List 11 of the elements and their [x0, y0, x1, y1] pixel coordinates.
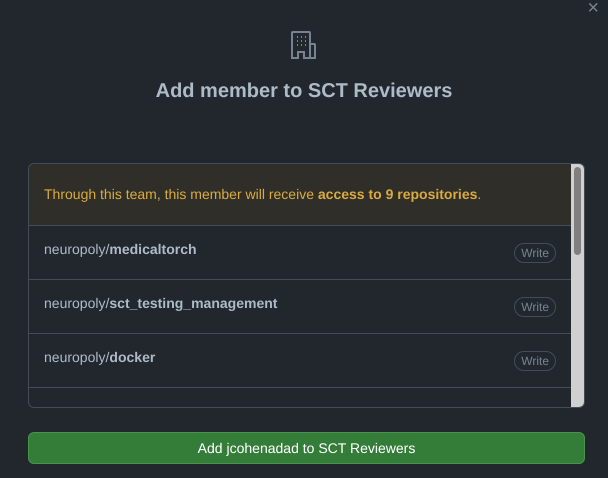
- permission-label: Write: [514, 242, 556, 262]
- building-icon: [290, 30, 318, 60]
- add-member-button[interactable]: Add jcohenadad to SCT Reviewers: [28, 432, 585, 464]
- repository-name: neuropoly/docker: [44, 348, 156, 367]
- repository-name: neuropoly/sct_testing_management: [44, 294, 278, 313]
- notice-text: Through this team, this member will receive access to 9 repositories.: [44, 185, 482, 204]
- permission-label: Write: [514, 350, 556, 370]
- repository-name: neuropoly/medicaltorch: [44, 240, 197, 259]
- permission-label: Write: [514, 296, 556, 316]
- close-button[interactable]: ×: [587, 0, 599, 18]
- dialog-title: Add member to SCT Reviewers: [156, 79, 452, 104]
